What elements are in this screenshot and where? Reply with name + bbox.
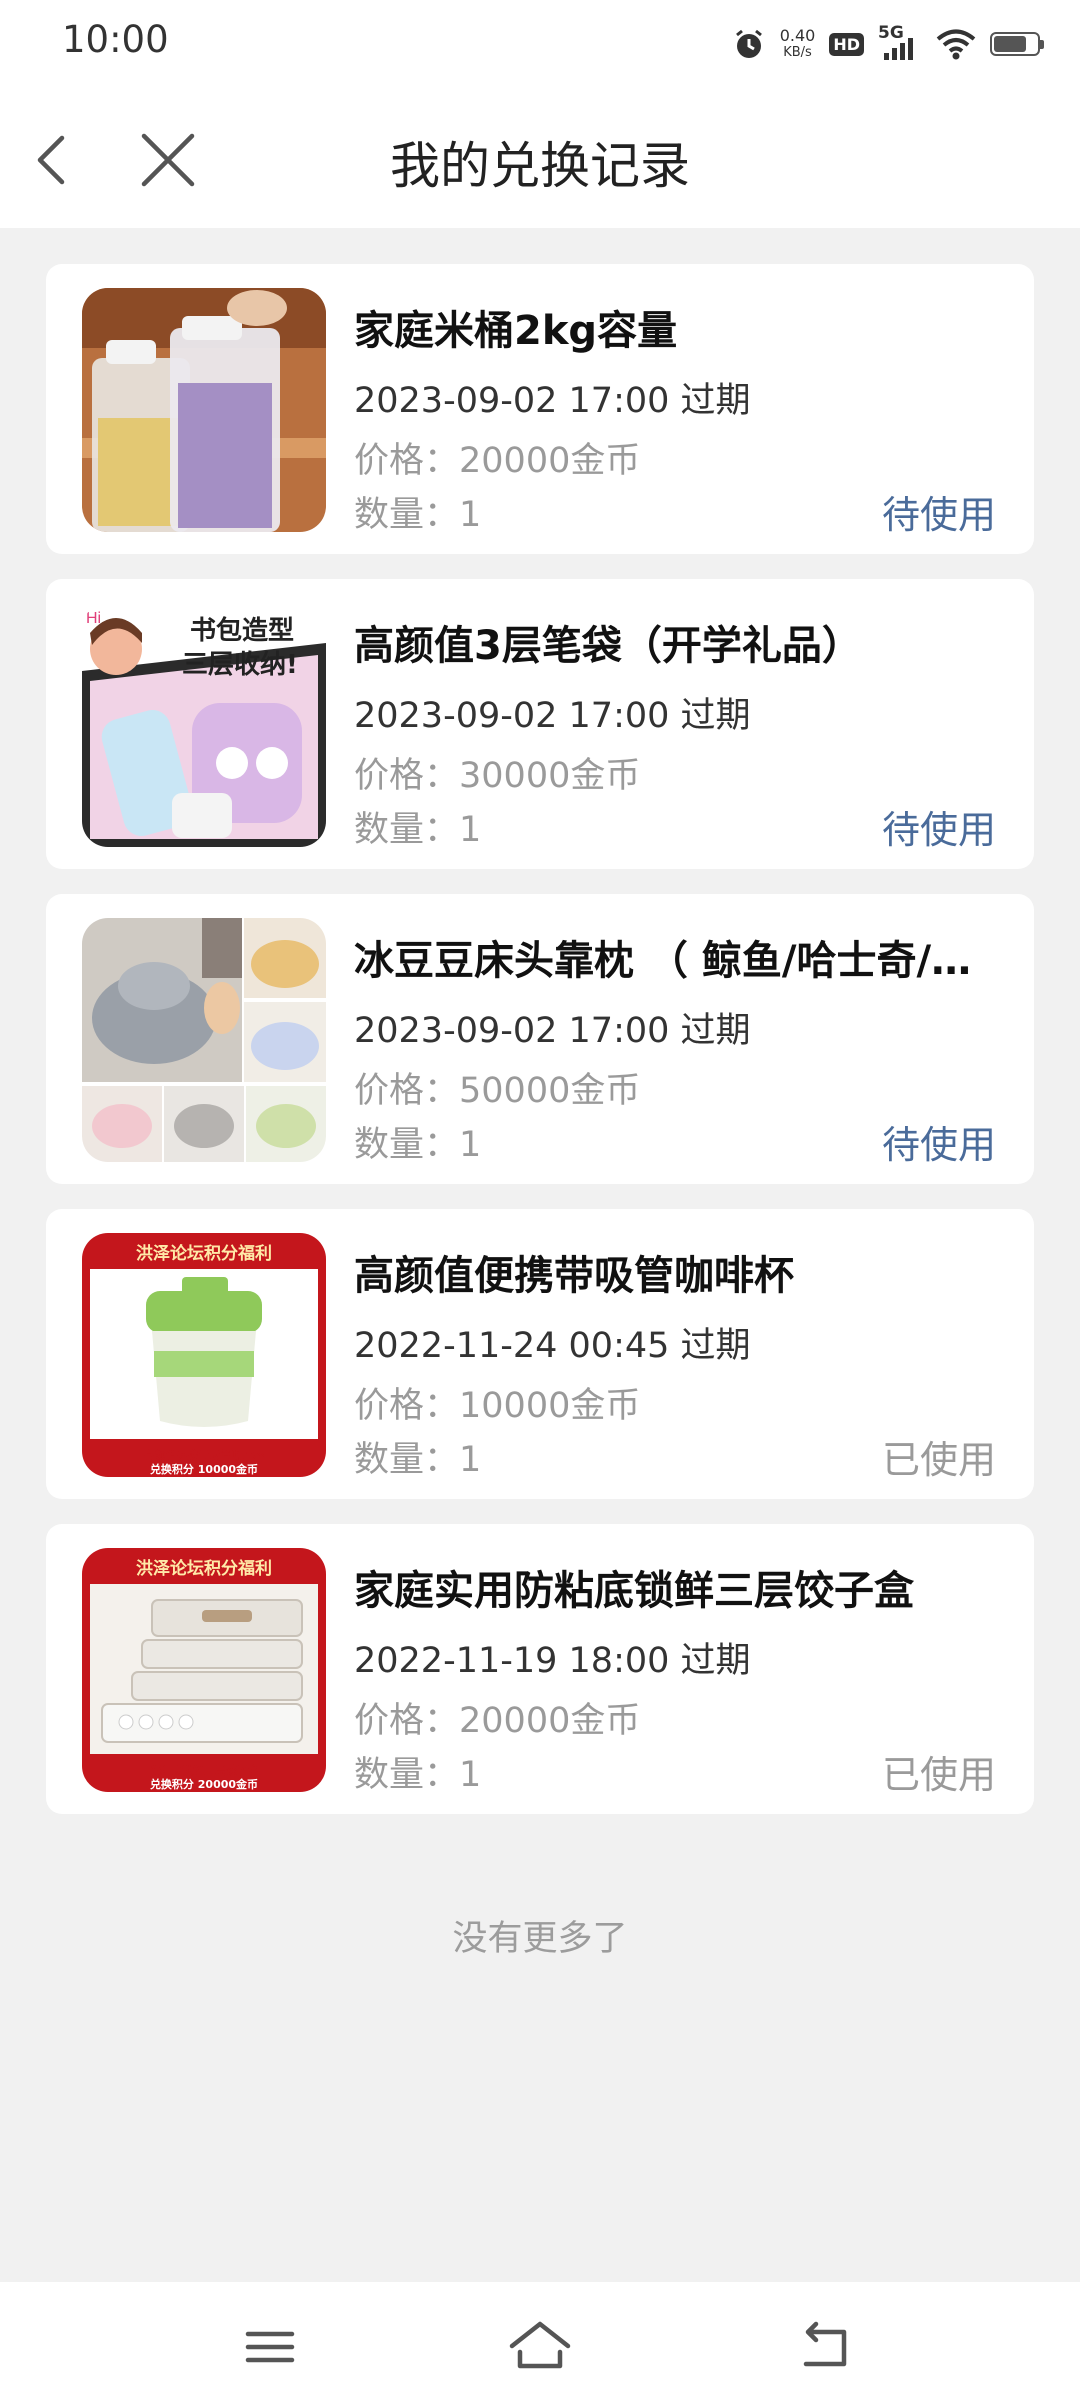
price-label: 价格： <box>354 441 460 481</box>
image-text-1: 书包造型 <box>190 615 294 646</box>
price-label: 价格： <box>354 1386 460 1426</box>
record-card[interactable]: 冰豆豆床头靠枕 （ 鲸鱼/哈士奇/… 2023-09-02 17:00 过期 价… <box>46 894 1034 1184</box>
status-badge: 待使用 <box>881 493 996 537</box>
record-expiry: 2022-11-19 18:00 过期 <box>354 1641 751 1681</box>
quantity-label: 数量： <box>354 1755 460 1795</box>
record-quantity: 数量：1 <box>354 801 481 852</box>
record-expiry: 2022-11-24 00:45 过期 <box>354 1326 751 1366</box>
product-image-rice-bucket <box>82 288 326 532</box>
product-image-coffee-cup: 洪泽论坛积分福利 高颜值便携带吸管咖啡杯 兑换积分 10000金币 <box>82 1233 326 1477</box>
battery-fill <box>994 36 1026 52</box>
record-price: 价格：20000金币 <box>354 432 640 483</box>
menu-icon[interactable] <box>230 2312 310 2382</box>
record-expiry: 2023-09-02 17:00 过期 <box>354 696 751 736</box>
quantity-label: 数量： <box>354 495 460 535</box>
page-title: 我的兑换记录 <box>390 137 690 195</box>
price-value: 20000金币 <box>459 1701 641 1741</box>
price-value: 10000金币 <box>459 1386 641 1426</box>
quantity-label: 数量： <box>354 1125 460 1165</box>
image-points-text: 兑换积分 10000金币 <box>150 1462 258 1476</box>
record-title: 家庭米桶2kg容量 <box>354 308 678 354</box>
record-title: 家庭实用防粘底锁鲜三层饺子盒 <box>354 1568 914 1614</box>
record-expiry: 2023-09-02 17:00 过期 <box>354 381 751 421</box>
price-label: 价格： <box>354 1071 460 1111</box>
no-more-text: 没有更多了 <box>452 1919 628 1959</box>
quantity-value: 1 <box>459 1440 482 1480</box>
record-quantity: 数量：1 <box>354 1431 481 1482</box>
record-title: 高颜值便携带吸管咖啡杯 <box>354 1253 794 1299</box>
price-value: 50000金币 <box>459 1071 641 1111</box>
hd-badge: HD <box>829 32 864 56</box>
status-badge: 已使用 <box>881 1438 996 1482</box>
record-card[interactable]: 洪泽论坛积分福利 高颜值便携带吸管咖啡杯 兑换积分 10000金币 高颜值便携带… <box>46 1209 1034 1499</box>
record-price: 价格：50000金币 <box>354 1062 640 1113</box>
quantity-value: 1 <box>459 1125 482 1165</box>
system-nav-bar <box>0 2282 1080 2408</box>
record-quantity: 数量：1 <box>354 1116 481 1167</box>
product-image-dumpling-box: 洪泽论坛积分福利 防粘底锁鲜三层饺子盒 兑换积分 20000金币 <box>82 1548 326 1792</box>
header-bar: 我的兑换记录 <box>0 86 1080 228</box>
record-price: 价格：10000金币 <box>354 1377 640 1428</box>
quantity-label: 数量： <box>354 810 460 850</box>
status-badge: 待使用 <box>881 808 996 852</box>
alarm-icon <box>735 29 762 58</box>
image-points-text: 兑换积分 20000金币 <box>150 1777 258 1791</box>
status-badge: 待使用 <box>881 1123 996 1167</box>
price-label: 价格： <box>354 756 460 796</box>
back-nav-icon[interactable] <box>786 2312 866 2382</box>
price-value: 30000金币 <box>459 756 641 796</box>
image-banner-text: 洪泽论坛积分福利 <box>136 1558 272 1579</box>
status-bar: 10:00 0.40 KB/s HD 5G <box>0 0 1080 86</box>
product-image-pencil-case: Hi 书包造型 三层收纳! <box>82 603 326 847</box>
speed-unit: KB/s <box>783 45 812 60</box>
record-quantity: 数量：1 <box>354 486 481 537</box>
speed-value: 0.40 <box>779 26 816 45</box>
status-badge: 已使用 <box>881 1753 996 1797</box>
image-product-text: 防粘底锁鲜三层饺子盒 <box>149 1763 260 1777</box>
record-card[interactable]: 洪泽论坛积分福利 防粘底锁鲜三层饺子盒 兑换积分 20000金币 家庭实用防粘底… <box>46 1524 1034 1814</box>
record-card[interactable]: 家庭米桶2kg容量 2023-09-02 17:00 过期 价格：20000金币… <box>46 264 1034 554</box>
product-image-pillow <box>82 918 326 1162</box>
quantity-label: 数量： <box>354 1440 460 1480</box>
exchange-record-list: 家庭米桶2kg容量 2023-09-02 17:00 过期 价格：20000金币… <box>46 264 1034 1839</box>
quantity-value: 1 <box>459 810 482 850</box>
image-product-text: 高颜值便携带吸管咖啡杯 <box>144 1448 266 1462</box>
image-text-hi: Hi <box>86 610 101 627</box>
signal-icon: 5G <box>878 23 922 61</box>
status-time: 10:00 <box>62 18 169 61</box>
record-quantity: 数量：1 <box>354 1746 481 1797</box>
record-title: 冰豆豆床头靠枕 （ 鲸鱼/哈士奇/… <box>354 938 972 984</box>
network-speed: 0.40 KB/s <box>780 27 816 61</box>
image-banner-text: 洪泽论坛积分福利 <box>136 1243 272 1264</box>
image-text-2: 三层收纳! <box>182 649 298 680</box>
price-label: 价格： <box>354 1701 460 1741</box>
wifi-icon <box>936 29 976 60</box>
status-icons: 0.40 KB/s HD 5G <box>732 22 1044 66</box>
battery-icon <box>990 32 1044 56</box>
quantity-value: 1 <box>459 1755 482 1795</box>
record-price: 价格：30000金币 <box>354 747 640 798</box>
record-price: 价格：20000金币 <box>354 1692 640 1743</box>
price-value: 20000金币 <box>459 441 641 481</box>
record-expiry: 2023-09-02 17:00 过期 <box>354 1011 751 1051</box>
record-card[interactable]: Hi 书包造型 三层收纳! 高颜值3层笔袋（开学礼品） 2023-09-02 1… <box>46 579 1034 869</box>
record-title: 高颜值3层笔袋（开学礼品） <box>354 623 862 669</box>
quantity-value: 1 <box>459 495 482 535</box>
home-icon[interactable] <box>500 2312 580 2382</box>
